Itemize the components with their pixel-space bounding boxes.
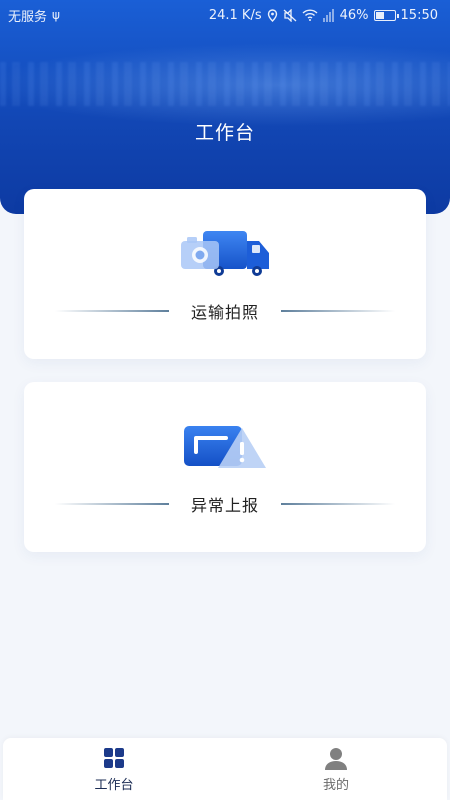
nav-label: 我的 (322, 778, 349, 793)
mute-icon (283, 8, 297, 22)
card-label: 异常上报 (190, 496, 259, 515)
carrier-label: 无服务 (8, 9, 48, 25)
signal-icon (322, 8, 334, 22)
status-bar: 无服务 ψ 24.1 K/s 46% 15:50 (0, 0, 450, 30)
transport-photo-card[interactable]: 运输拍照 (24, 189, 426, 359)
header-banner: 无服务 ψ 24.1 K/s 46% 15:50 工作台 (0, 0, 450, 214)
divider-line-left (54, 503, 169, 505)
divider-line-left (54, 310, 169, 312)
usb-icon: ψ (52, 8, 60, 22)
grid-icon (104, 748, 124, 768)
location-icon (267, 8, 277, 22)
nav-label: 工作台 (94, 778, 134, 793)
wifi-icon (302, 9, 318, 21)
exception-report-label-row: 异常上报 (24, 492, 426, 516)
status-left: 无服务 ψ (8, 6, 60, 25)
user-icon (325, 748, 347, 770)
divider-line-right (281, 503, 395, 505)
nav-item-mine[interactable]: 我的 (225, 738, 447, 800)
battery-icon (373, 9, 399, 21)
transport-photo-label-row: 运输拍照 (24, 299, 426, 323)
page-title: 工作台 (194, 122, 255, 144)
header-texture (0, 62, 450, 106)
card-label: 运输拍照 (190, 303, 259, 322)
network-speed: 24.1 K/s (208, 7, 262, 23)
truck-camera-icon (181, 231, 269, 276)
bottom-nav: 工作台 我的 (3, 738, 447, 800)
battery-percent: 46% (339, 7, 369, 23)
exception-report-card[interactable]: 异常上报 (24, 382, 426, 552)
divider-line-right (281, 310, 395, 312)
status-right: 24.1 K/s 46% 15:50 (209, 8, 438, 23)
app-screen: 无服务 ψ 24.1 K/s 46% 15:50 工作台 运输拍照 异常上报 工… (0, 0, 450, 800)
nav-item-workbench[interactable]: 工作台 (3, 738, 225, 800)
warning-card-icon (184, 426, 266, 468)
status-time: 15:50 (400, 7, 438, 23)
